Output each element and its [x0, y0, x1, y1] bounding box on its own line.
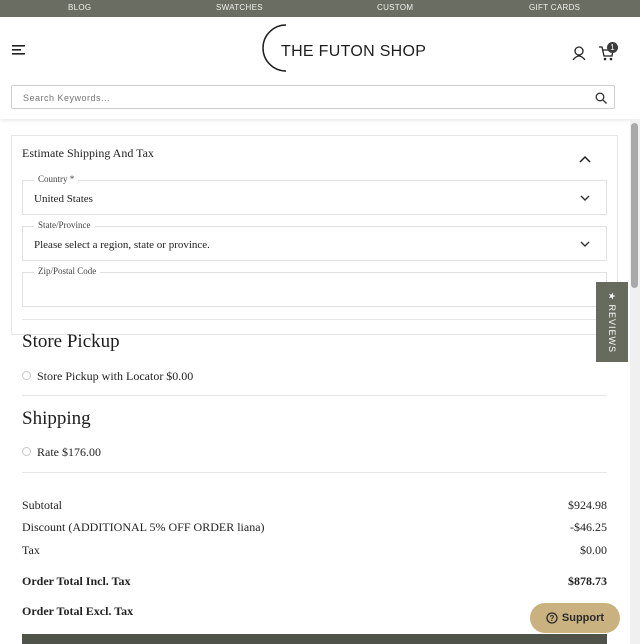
chevron-up-icon[interactable]: [579, 150, 591, 163]
zip-field[interactable]: Zip/Postal Code: [22, 266, 607, 307]
order-total-incl-label: Order Total Incl. Tax: [22, 574, 131, 588]
search-icon[interactable]: [595, 91, 607, 104]
scrollbar[interactable]: [630, 119, 640, 644]
nav-gift-cards-link[interactable]: GIFT CARDS: [529, 3, 580, 12]
tax-value: $0.00: [580, 543, 607, 557]
country-label: Country *: [34, 174, 79, 184]
shipping-rate-label: Rate $176.00: [37, 445, 101, 459]
store-pickup-radio[interactable]: [22, 371, 31, 380]
zip-label: Zip/Postal Code: [34, 266, 101, 276]
search-input[interactable]: [21, 86, 585, 110]
menu-icon[interactable]: [12, 43, 26, 55]
nav-custom-link[interactable]: CUSTOM: [377, 3, 413, 12]
state-label: State/Province: [34, 220, 95, 230]
country-value: United States: [34, 193, 93, 205]
divider: [22, 319, 607, 320]
state-value: Please select a region, state or provinc…: [34, 239, 210, 251]
support-button-label: Support: [561, 612, 605, 624]
reviews-tab[interactable]: ★ REVIEWS: [596, 282, 628, 362]
divider: [22, 395, 607, 396]
order-total-excl-label: Order Total Excl. Tax: [22, 604, 134, 618]
discount-label: Discount (ADDITIONAL 5% OFF ORDER liana): [22, 520, 265, 534]
svg-text:?: ?: [549, 614, 554, 623]
tax-label: Tax: [22, 543, 40, 557]
checkout-button[interactable]: [22, 634, 607, 644]
store-pickup-title: Store Pickup: [22, 331, 120, 352]
estimate-shipping-title[interactable]: Estimate Shipping And Tax: [22, 146, 154, 161]
search-box: [11, 85, 615, 110]
shipping-rate-radio[interactable]: [22, 447, 31, 456]
country-select[interactable]: Country * United States: [22, 174, 607, 215]
nav-swatches-link[interactable]: SWATCHES: [216, 3, 263, 12]
chevron-down-icon: [580, 241, 590, 247]
divider: [22, 472, 607, 473]
nav-blog-link[interactable]: BLOG: [68, 3, 91, 12]
support-button[interactable]: ? Support: [530, 603, 620, 633]
store-pickup-option-label: Store Pickup with Locator $0.00: [37, 369, 194, 383]
chevron-down-icon: [580, 195, 590, 201]
top-nav-bar: BLOG SWATCHES CUSTOM GIFT CARDS: [0, 0, 640, 17]
state-select[interactable]: State/Province Please select a region, s…: [22, 220, 607, 261]
help-icon: ?: [546, 612, 558, 624]
discount-value: -$46.25: [570, 520, 607, 534]
logo-text: THE FUTON SHOP: [281, 43, 427, 60]
scrollbar-thumb[interactable]: [631, 123, 638, 288]
shipping-title: Shipping: [22, 408, 91, 429]
cart-count-badge: 1: [607, 42, 618, 53]
order-total-incl-value: $878.73: [568, 574, 607, 588]
reviews-tab-label: ★ REVIEWS: [607, 291, 618, 353]
subtotal-label: Subtotal: [22, 498, 63, 512]
account-icon[interactable]: [572, 46, 586, 61]
site-header: THE FUTON SHOP 1: [0, 17, 640, 119]
subtotal-value: $924.98: [568, 498, 607, 512]
